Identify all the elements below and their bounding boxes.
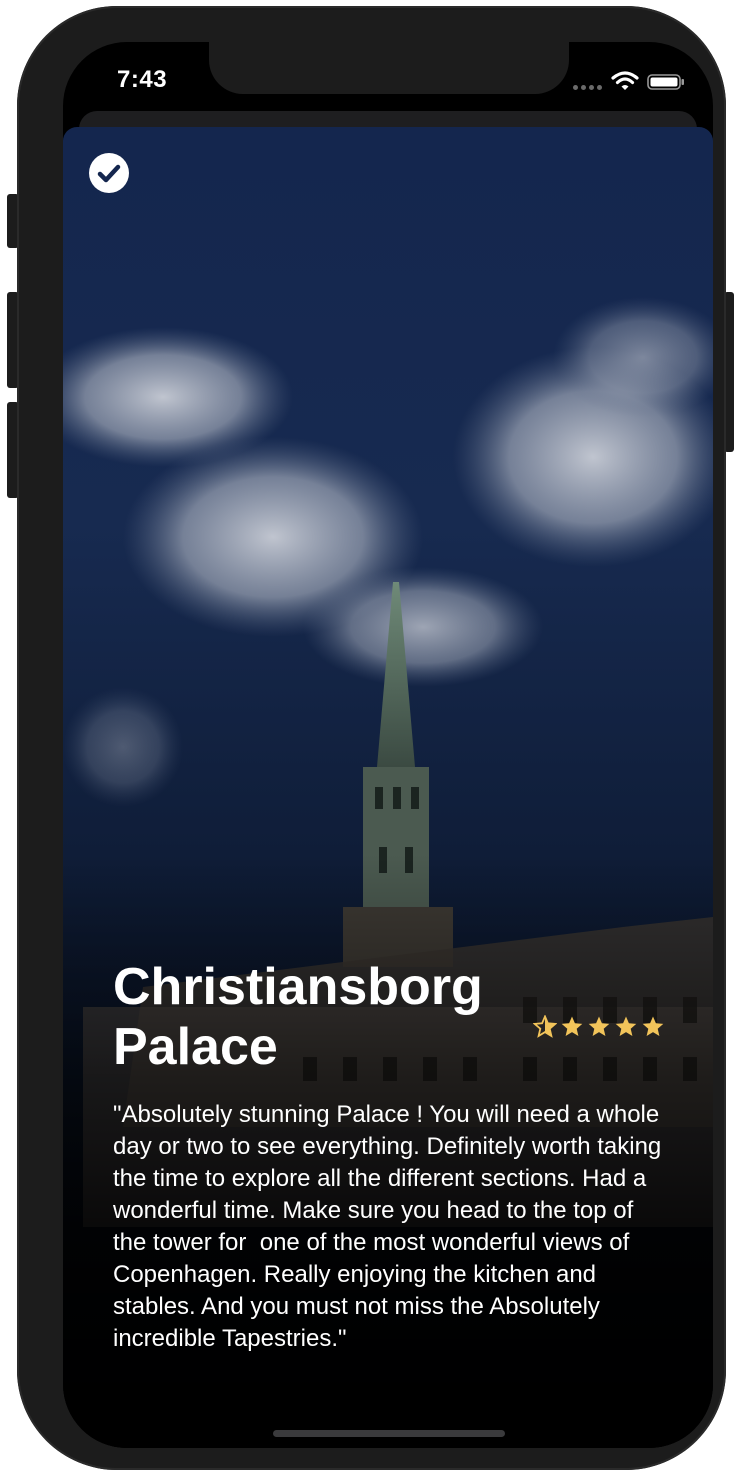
battery-icon xyxy=(647,74,684,90)
cellular-signal-icon xyxy=(573,82,603,90)
star-icon xyxy=(561,1016,583,1036)
wifi-icon xyxy=(611,71,639,90)
phone-screen: Christiansborg Palace "Absolutely stunni… xyxy=(63,42,713,1448)
star-icon xyxy=(588,1016,610,1036)
place-card[interactable]: Christiansborg Palace "Absolutely stunni… xyxy=(63,127,713,1448)
phone-frame: Christiansborg Palace "Absolutely stunni… xyxy=(17,6,726,1470)
checkmark-circle-icon[interactable] xyxy=(89,153,129,193)
status-bar: 7:43 xyxy=(63,42,713,122)
star-icon xyxy=(615,1016,637,1036)
place-title: Christiansborg Palace xyxy=(113,958,483,1076)
star-icon xyxy=(642,1016,664,1036)
status-time: 7:43 xyxy=(117,66,168,93)
star-icon xyxy=(533,1015,557,1038)
star-rating xyxy=(533,1015,665,1039)
review-text: "Absolutely stunning Palace ! You will n… xyxy=(113,1101,668,1352)
notch xyxy=(209,42,569,94)
home-indicator xyxy=(273,1430,505,1437)
